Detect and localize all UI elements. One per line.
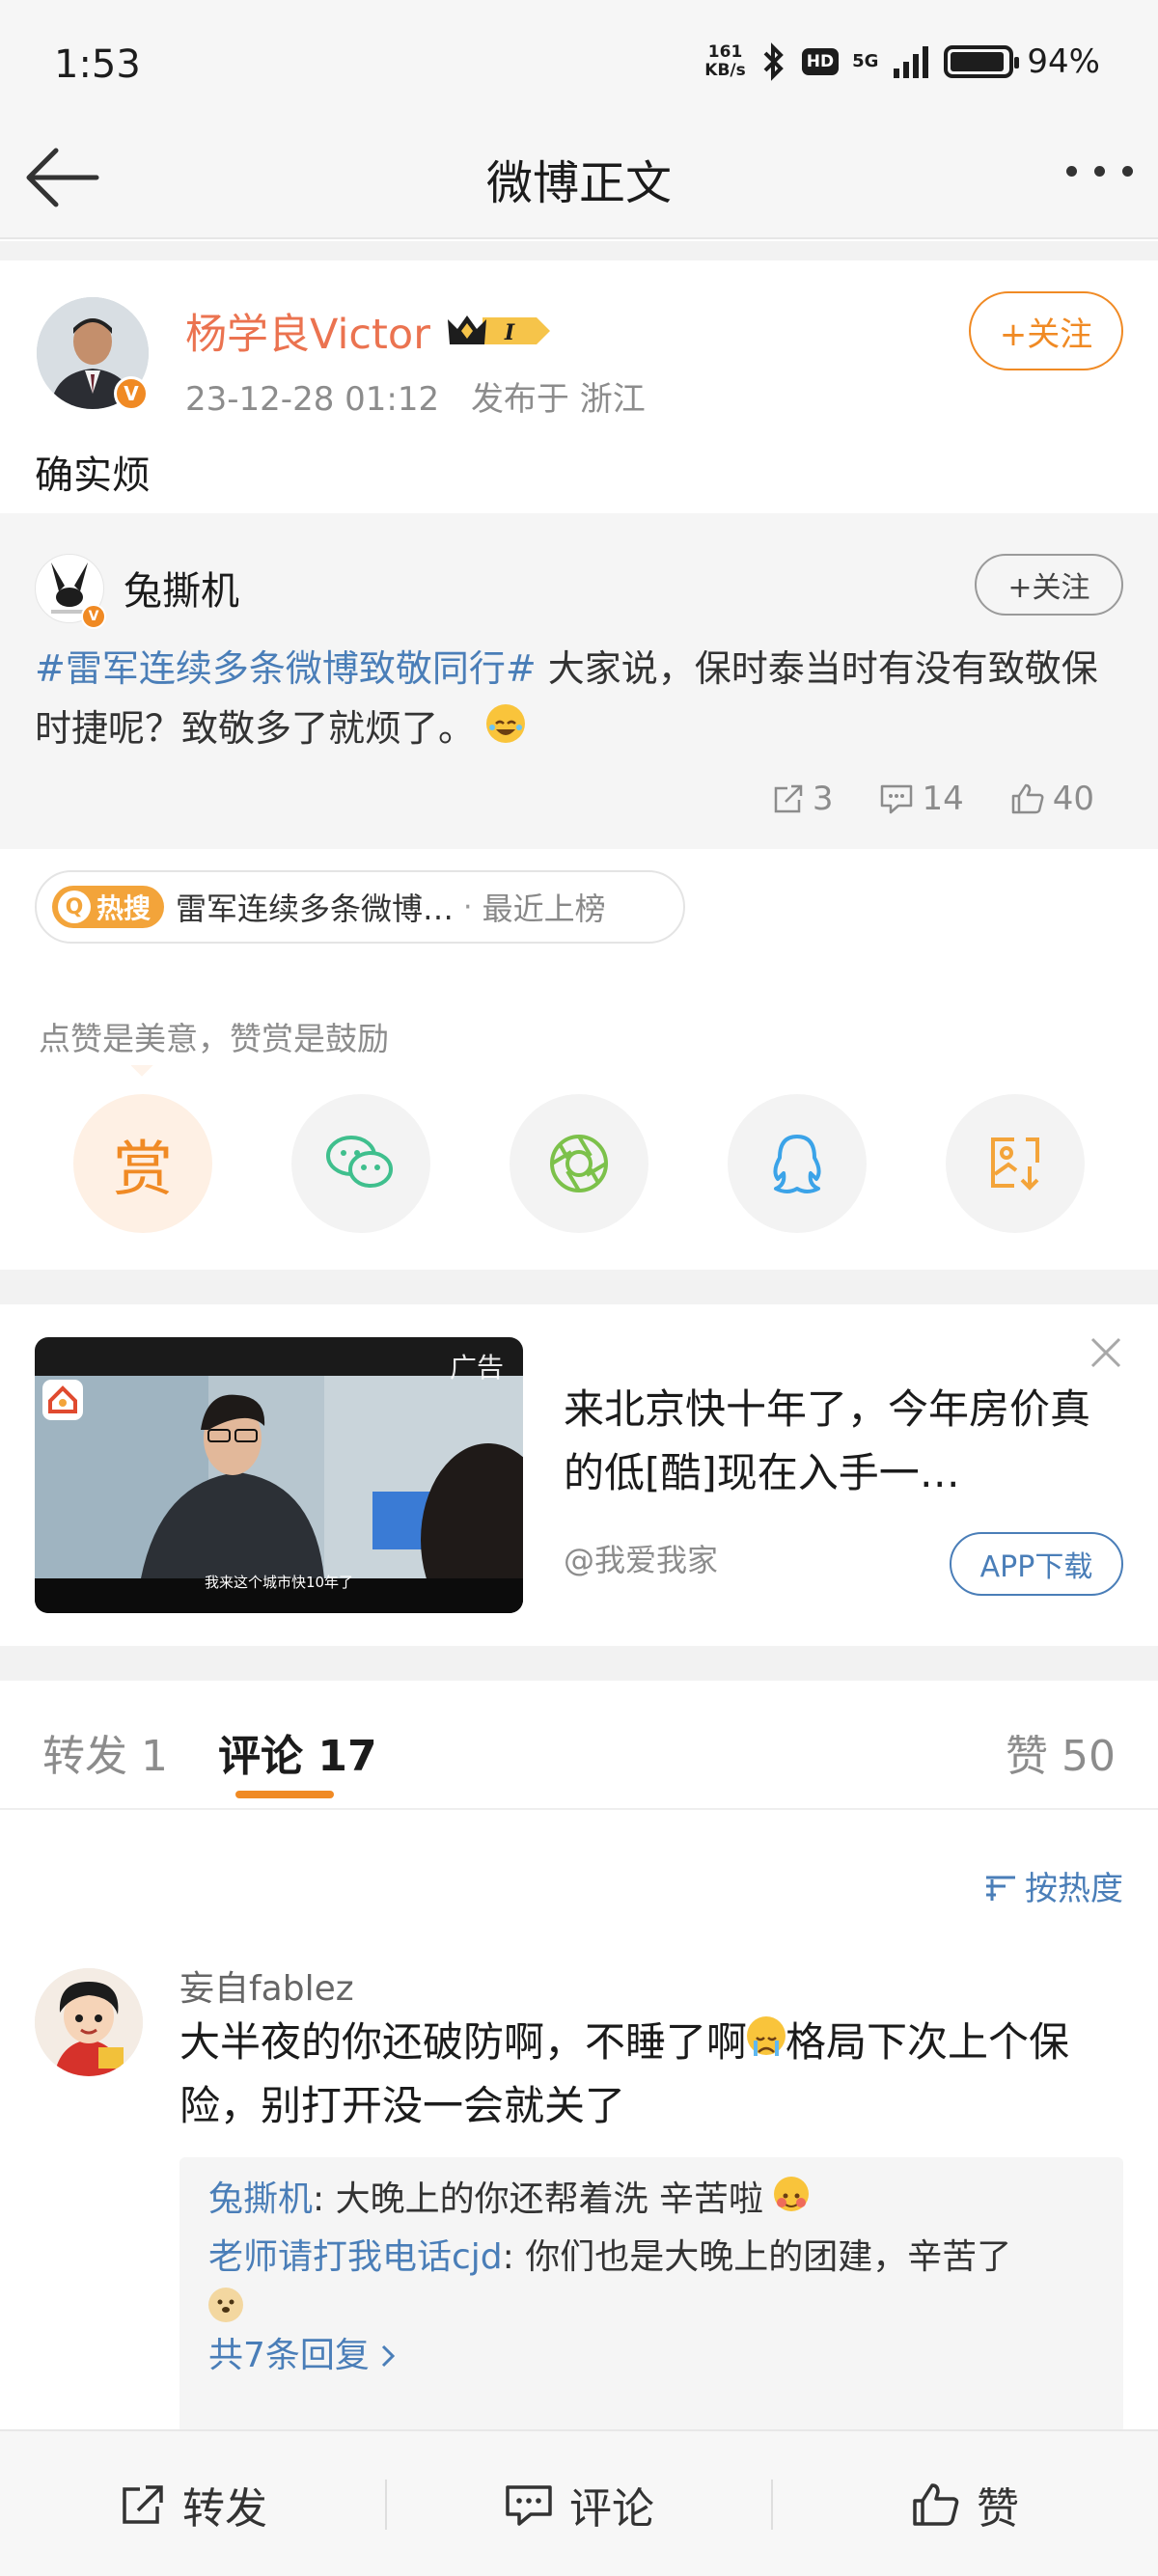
tab-reposts[interactable]: 转发 1 — [42, 1721, 168, 1783]
ad-card[interactable]: 广告 我来这个城市快10年了 来北京快十年了，今年房价真的低[酷]现在入手一… … — [0, 1304, 1158, 1646]
app-download-button[interactable]: APP下载 — [950, 1532, 1123, 1596]
ad-image[interactable]: 广告 我来这个城市快10年了 — [35, 1337, 523, 1613]
hot-search-badge: Q 热搜 — [52, 886, 165, 928]
comment-text: 大半夜的你还破防啊，不睡了啊 格局下次上个保险，别打开没一会就关了 — [179, 2016, 1070, 2129]
reply-user[interactable]: 老师请打我电话cjd — [208, 2237, 503, 2277]
repost-text: #雷军连续多条微博致敬同行# 大家说，保时泰当时有没有致敬保时捷呢？致敬多了就烦… — [35, 647, 1098, 750]
network-type: 5G — [852, 51, 879, 71]
repost-follow-button[interactable]: +关注 — [975, 554, 1123, 616]
like-button[interactable]: 赞 — [772, 2431, 1158, 2576]
repost-stats: 3 14 40 — [772, 780, 1094, 818]
comment-button[interactable]: 评论 — [386, 2431, 772, 2576]
reposted-weibo[interactable]: V 兔撕机 +关注 #雷军连续多条微博致敬同行# 大家说，保时泰当时有没有致敬保… — [0, 513, 1158, 849]
repost-verified-badge-icon: V — [81, 604, 106, 629]
thumbs-up-icon — [1011, 783, 1044, 814]
topic-link[interactable]: #雷军连续多条微博致敬同行# — [35, 647, 537, 690]
reply-item: 老师请打我电话cjd: 你们也是大晚上的团建，辛苦了 — [208, 2237, 1012, 2277]
signal-icon — [894, 46, 929, 78]
share-icon — [774, 784, 803, 813]
hot-search-tag[interactable]: Q 热搜 雷军连续多条微博… · 最近上榜 — [35, 870, 685, 944]
active-tab-indicator — [235, 1791, 334, 1798]
share-row: 赏 — [0, 1094, 1158, 1235]
ad-caption: 我来这个城市快10年了 — [204, 1574, 354, 1591]
comment-replies[interactable]: 兔撕机: 大晚上的你还帮着洗 辛苦啦 老师请打我电话cjd: 你们也是大晚上的团… — [179, 2157, 1123, 2433]
divider — [0, 1270, 1158, 1304]
reward-hint-pointer — [131, 1065, 154, 1081]
wechat-icon[interactable] — [291, 1094, 430, 1233]
status-indicators: 161 KB/s HD 5G 94% — [704, 42, 1100, 81]
close-icon[interactable] — [1087, 1333, 1125, 1372]
battery-icon — [944, 45, 1020, 78]
reward-button[interactable]: 赏 — [73, 1094, 212, 1233]
commenter-name[interactable]: 妄自fablez — [179, 1960, 354, 2011]
hot-search-separator: · — [463, 890, 473, 924]
network-speed: 161 KB/s — [704, 42, 746, 80]
hot-search-status: 最近上榜 — [482, 891, 606, 927]
search-icon: Q — [58, 891, 91, 923]
post-text: 确实烦 — [35, 453, 151, 498]
status-bar: 1:53 161 KB/s HD 5G 94% — [0, 0, 1158, 116]
hd-badge: HD — [801, 48, 840, 75]
ad-label: 广告 — [449, 1352, 504, 1384]
reply-user[interactable]: 兔撕机 — [208, 2179, 313, 2219]
author-name[interactable]: 杨学良Victor I — [185, 301, 554, 361]
repost-author-name[interactable]: 兔撕机 — [124, 560, 239, 616]
bottom-action-bar: 转发 评论 赞 — [0, 2429, 1158, 2576]
repost-icon — [123, 2485, 163, 2524]
post-location: 发布于 浙江 — [470, 380, 646, 419]
member-crown-icon[interactable]: I — [444, 310, 554, 352]
post-timestamp: 23-12-28 01:12 — [185, 380, 440, 419]
view-all-replies-link[interactable]: 共7条回复 — [208, 2327, 1094, 2385]
ad-title[interactable]: 来北京快十年了，今年房价真的低[酷]现在入手一… — [564, 1378, 1104, 1505]
post-header: V 杨学良Victor I 23-12-28 01:12 发布于 浙江 +关注 … — [0, 260, 1158, 511]
ad-source[interactable]: @我爱我家 — [564, 1536, 718, 1580]
doge-emoji-icon — [208, 2288, 243, 2322]
save-image-icon[interactable] — [946, 1094, 1085, 1233]
thumbs-up-icon — [913, 2483, 959, 2526]
battery-percent: 94% — [1027, 42, 1100, 81]
follow-button[interactable]: +关注 — [969, 291, 1123, 370]
moments-icon[interactable] — [510, 1094, 648, 1233]
more-dots-icon[interactable] — [1066, 166, 1133, 177]
ad-brand-logo-icon — [42, 1380, 83, 1420]
divider — [0, 1646, 1158, 1681]
comment-item: 妄自fablez 大半夜的你还破防啊，不睡了啊 格局下次上个保险，别打开没一会就… — [0, 1960, 1158, 2433]
hug-emoji-icon — [774, 2177, 810, 2211]
verified-badge-icon: V — [114, 376, 149, 411]
repost-button[interactable]: 转发 — [0, 2431, 386, 2576]
post-meta: 23-12-28 01:12 发布于 浙江 — [185, 372, 646, 420]
commenter-avatar[interactable] — [35, 1968, 143, 2076]
laugh-emoji-icon — [486, 704, 526, 743]
comment-icon — [881, 784, 913, 814]
chevron-right-icon — [381, 2344, 396, 2368]
repost-like-stat[interactable]: 40 — [1010, 780, 1094, 818]
divider — [0, 241, 1158, 260]
bluetooth-icon — [763, 42, 784, 81]
repost-share-stat[interactable]: 3 — [772, 780, 833, 818]
hot-search-title: 雷军连续多条微博… — [176, 891, 455, 927]
page-title: 微博正文 — [485, 156, 672, 210]
tab-likes[interactable]: 赞 50 — [1006, 1721, 1116, 1783]
reply-item: 兔撕机: 大晚上的你还帮着洗 辛苦啦 — [208, 2171, 1094, 2229]
tab-comments[interactable]: 评论 17 — [218, 1721, 377, 1783]
comment-icon — [506, 2485, 552, 2526]
crying-emoji-icon — [747, 2016, 786, 2056]
battery-level — [951, 52, 1004, 71]
nav-bar: 微博正文 — [0, 116, 1158, 239]
interaction-tabs: 转发 1 评论 17 赞 50 — [0, 1681, 1158, 1810]
sort-icon — [986, 1876, 1015, 1901]
reward-hint: 点赞是美意，赞赏是鼓励 — [39, 1020, 389, 1057]
repost-comment-stat[interactable]: 14 — [879, 780, 964, 818]
sort-button[interactable]: 按热度 — [982, 1862, 1123, 1909]
qq-icon[interactable] — [728, 1094, 867, 1233]
reply-item-emoji — [208, 2287, 1094, 2325]
status-time: 1:53 — [54, 42, 141, 87]
member-level: I — [504, 320, 515, 345]
